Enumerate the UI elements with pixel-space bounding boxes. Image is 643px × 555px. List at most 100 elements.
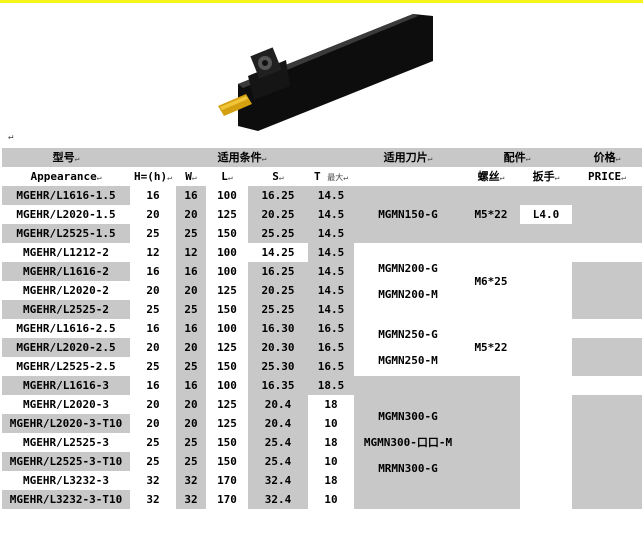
row-l: 100	[206, 186, 248, 205]
row-t: 14.5	[308, 224, 354, 243]
row-h: 25	[130, 452, 176, 471]
row-w: 20	[176, 338, 206, 357]
screw-cell: M6*25	[462, 243, 520, 319]
row-model: MGEHR/L1616-2.5	[2, 319, 130, 338]
screw-cell: M5*22	[462, 186, 520, 243]
row-w: 16	[176, 376, 206, 395]
row-w: 25	[176, 433, 206, 452]
row-l: 170	[206, 471, 248, 490]
row-w: 25	[176, 224, 206, 243]
insert-cell: MGMN250-G MGMN250-M	[354, 319, 462, 376]
wrench-cell	[520, 376, 573, 509]
row-l: 125	[206, 205, 248, 224]
row-t: 16.5	[308, 338, 354, 357]
price-cell	[572, 338, 643, 357]
row-w: 25	[176, 452, 206, 471]
row-model: MGEHR/L2525-3	[2, 433, 130, 452]
row-model: MGEHR/L1212-2	[2, 243, 130, 262]
row-s: 25.25	[248, 224, 308, 243]
row-h: 20	[130, 281, 176, 300]
row-t: 18	[308, 433, 354, 452]
row-t: 10	[308, 452, 354, 471]
row-s: 16.35	[248, 376, 308, 395]
price-cell	[572, 433, 643, 452]
subheader-l: L↵	[221, 169, 233, 183]
table-row: MGEHR/L1212-2 12 12 100 14.25 14.5 MGMN2…	[2, 243, 643, 319]
row-s: 25.4	[248, 433, 308, 452]
row-s: 16.30	[248, 319, 308, 338]
row-w: 20	[176, 414, 206, 433]
row-w: 20	[176, 395, 206, 414]
table-row: MGEHR/L1616-1.5 16 16 100 16.25 14.5 MGM…	[2, 186, 643, 243]
row-h: 32	[130, 490, 176, 509]
price-cell	[572, 357, 643, 376]
table-row: MGEHR/L2020-1.5 20 20 125 20.25 14.5 L4.…	[2, 205, 643, 224]
row-l: 100	[206, 262, 248, 281]
row-model: MGEHR/L2020-3	[2, 395, 130, 414]
row-w: 25	[176, 300, 206, 319]
row-t: 14.5	[308, 281, 354, 300]
row-h: 20	[130, 338, 176, 357]
row-model: MGEHR/L3232-3	[2, 471, 130, 490]
row-model: MGEHR/L1616-3	[2, 376, 130, 395]
row-w: 32	[176, 471, 206, 490]
header-price: 价格↵	[593, 150, 621, 164]
row-w: 20	[176, 281, 206, 300]
subheader-w: W↵	[185, 169, 197, 183]
row-s: 25.30	[248, 357, 308, 376]
row-l: 150	[206, 357, 248, 376]
wrench-cell	[520, 319, 573, 376]
subheader-screw: 螺丝↵	[477, 169, 505, 183]
row-model: MGEHR/L2525-2	[2, 300, 130, 319]
row-l: 125	[206, 414, 248, 433]
row-w: 12	[176, 243, 206, 262]
row-t: 18.5	[308, 376, 354, 395]
price-cell	[572, 471, 643, 490]
table-row: MGEHR/L2525-1.5 25 25 150 25.25 14.5	[2, 224, 643, 243]
row-model: MGEHR/L2020-2.5	[2, 338, 130, 357]
header-accessories: 配件↵	[503, 150, 531, 164]
row-model: MGEHR/L2020-1.5	[2, 205, 130, 224]
row-l: 125	[206, 281, 248, 300]
wrench-cell: L4.0	[520, 205, 573, 224]
row-w: 16	[176, 262, 206, 281]
row-t: 10	[308, 414, 354, 433]
row-l: 100	[206, 319, 248, 338]
row-model: MGEHR/L2525-1.5	[2, 224, 130, 243]
row-t: 16.5	[308, 357, 354, 376]
paragraph-mark: ↵	[8, 132, 14, 142]
price-cell	[572, 452, 643, 471]
header-row: 型号↵ 适用条件↵ 适用刀片↵ 配件↵ 价格↵	[2, 148, 643, 167]
row-model: MGEHR/L2525-3-T10	[2, 452, 130, 471]
row-w: 20	[176, 205, 206, 224]
row-h: 16	[130, 319, 176, 338]
header-model: 型号↵	[52, 150, 80, 164]
row-l: 125	[206, 395, 248, 414]
subheader-appearance: Appearance↵	[30, 169, 102, 183]
price-cell	[572, 414, 643, 433]
subheader-t: T 最大↵	[313, 169, 349, 183]
insert-cell: MGMN150-G	[354, 186, 462, 243]
price-cell	[572, 300, 643, 319]
row-h: 16	[130, 262, 176, 281]
row-model: MGEHR/L1616-2	[2, 262, 130, 281]
price-cell	[572, 395, 643, 414]
row-s: 20.4	[248, 414, 308, 433]
price-cell	[572, 319, 643, 338]
row-model: MGEHR/L2525-2.5	[2, 357, 130, 376]
row-s: 32.4	[248, 471, 308, 490]
row-h: 25	[130, 300, 176, 319]
price-cell	[572, 205, 643, 224]
top-accent-line	[0, 0, 643, 3]
price-cell	[572, 224, 643, 243]
row-w: 32	[176, 490, 206, 509]
row-h: 12	[130, 243, 176, 262]
screw-cell: M5*22	[462, 319, 520, 376]
price-cell	[572, 243, 643, 262]
subheader-insert-empty	[354, 167, 462, 186]
subheader-s: S↵	[272, 169, 284, 183]
subheader-price: PRICE↵	[588, 169, 626, 183]
row-h: 25	[130, 433, 176, 452]
row-model: MGEHR/L3232-3-T10	[2, 490, 130, 509]
table-row: MGEHR/L1616-3 16 16 100 16.35 18.5 MGMN3…	[2, 376, 643, 509]
